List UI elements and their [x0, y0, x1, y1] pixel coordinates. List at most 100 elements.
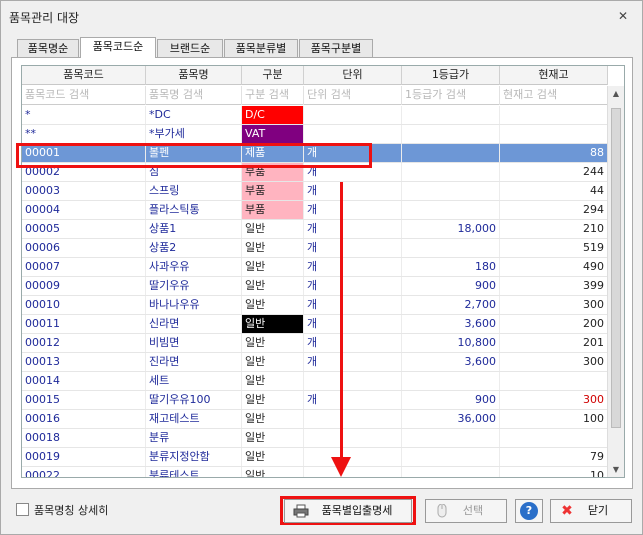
column-header-name[interactable]: 품목명: [146, 66, 242, 85]
cell-price1: [402, 467, 500, 477]
tab-item-type[interactable]: 품목구분별: [299, 39, 373, 58]
table-row[interactable]: 00003 스프링 부품 개 44: [22, 182, 608, 201]
scroll-up-icon[interactable]: ▲: [608, 86, 624, 102]
table-row[interactable]: 00004 플라스틱통 부품 개 294: [22, 201, 608, 220]
tab-brand[interactable]: 브랜드순: [157, 39, 223, 58]
cell-price1: [402, 182, 500, 200]
annotation-arrow-line: [340, 182, 343, 460]
cell-unit: [304, 372, 402, 390]
cell-unit: 개: [304, 277, 402, 295]
cell-stock: 244: [500, 163, 608, 181]
cell-unit: 개: [304, 296, 402, 314]
filter-stock-input[interactable]: 현재고 검색: [500, 86, 608, 105]
scroll-thumb[interactable]: [611, 108, 621, 428]
vertical-scrollbar[interactable]: ▲ ▼: [607, 86, 624, 477]
cell-unit: 개: [304, 258, 402, 276]
cell-type: 일반: [242, 239, 304, 257]
column-header-stock[interactable]: 현재고: [500, 66, 608, 85]
column-header-unit[interactable]: 단위: [304, 66, 402, 85]
filter-price1-input[interactable]: 1등급가 검색: [402, 86, 500, 105]
table-row[interactable]: ** *부가세 VAT: [22, 125, 608, 144]
cell-name: 세트: [146, 372, 242, 390]
tab-panel: 품목코드 품목명 구분 단위 1등급가 현재고 품목코드 검색 품목명 검색 구…: [11, 57, 633, 489]
cell-stock: 300: [500, 296, 608, 314]
cell-unit: 개: [304, 220, 402, 238]
cell-code: 00016: [22, 410, 146, 428]
cell-type: 일반: [242, 429, 304, 447]
cell-code: 00004: [22, 201, 146, 219]
cell-price1: 3,600: [402, 315, 500, 333]
tab-item-code[interactable]: 품목코드순: [80, 37, 156, 58]
cell-unit: [304, 125, 402, 143]
table-row[interactable]: 00019 분류지정안함 일반 79: [22, 448, 608, 467]
cell-unit: 개: [304, 315, 402, 333]
cell-price1: [402, 106, 500, 124]
grid-header: 품목코드 품목명 구분 단위 1등급가 현재고: [22, 66, 608, 85]
table-row[interactable]: 00007 사과우유 일반 개 180 490: [22, 258, 608, 277]
cell-name: 분류: [146, 429, 242, 447]
select-button[interactable]: 선택: [425, 499, 507, 523]
cell-unit: 개: [304, 201, 402, 219]
filter-unit-input[interactable]: 단위 검색: [304, 86, 402, 105]
table-row[interactable]: 00006 상품2 일반 개 519: [22, 239, 608, 258]
filter-name-input[interactable]: 품목명 검색: [146, 86, 242, 105]
table-row[interactable]: 00022 분류테스트 일반 10: [22, 467, 608, 477]
item-history-button[interactable]: 품목별입출명세: [284, 499, 412, 523]
tab-item-name[interactable]: 품목명순: [17, 39, 79, 58]
scroll-down-icon[interactable]: ▼: [608, 462, 624, 477]
detail-name-checkbox[interactable]: [16, 503, 29, 516]
cell-code: **: [22, 125, 146, 143]
help-icon: ?: [520, 502, 538, 520]
cell-price1: 2,700: [402, 296, 500, 314]
filter-code-input[interactable]: 품목코드 검색: [22, 86, 146, 105]
table-row[interactable]: 00009 딸기우유 일반 개 900 399: [22, 277, 608, 296]
cell-price1: 180: [402, 258, 500, 276]
item-history-label: 품목별입출명세: [321, 504, 393, 517]
table-row[interactable]: 00018 분류 일반: [22, 429, 608, 448]
close-icon: ✖: [561, 503, 573, 519]
table-row[interactable]: 00010 바나나우유 일반 개 2,700 300: [22, 296, 608, 315]
cell-type: 일반: [242, 391, 304, 409]
cell-type: 일반: [242, 334, 304, 352]
close-button[interactable]: ✖ 닫기: [550, 499, 632, 523]
cell-code: 00012: [22, 334, 146, 352]
cell-type: 일반: [242, 410, 304, 428]
cell-price1: [402, 125, 500, 143]
table-row[interactable]: 00014 세트 일반: [22, 372, 608, 391]
cell-name: 스프링: [146, 182, 242, 200]
cell-code: 00007: [22, 258, 146, 276]
filter-row: 품목코드 검색 품목명 검색 구분 검색 단위 검색 1등급가 검색 현재고 검…: [22, 86, 608, 105]
table-row[interactable]: 00015 딸기우유100 일반 개 900 300: [22, 391, 608, 410]
cell-name: 플라스틱통: [146, 201, 242, 219]
cell-stock: [500, 125, 608, 143]
cell-name: 상품2: [146, 239, 242, 257]
cell-unit: 개: [304, 182, 402, 200]
cell-type: VAT: [242, 125, 304, 143]
filter-type-input[interactable]: 구분 검색: [242, 86, 304, 105]
column-header-price1[interactable]: 1등급가: [402, 66, 500, 85]
cell-stock: [500, 106, 608, 124]
cell-name: *DC: [146, 106, 242, 124]
cell-type: 일반: [242, 448, 304, 466]
tab-item-category[interactable]: 품목분류별: [224, 39, 298, 58]
cell-price1: [402, 144, 500, 162]
column-header-type[interactable]: 구분: [242, 66, 304, 85]
table-row[interactable]: 00011 신라면 일반 개 3,600 200: [22, 315, 608, 334]
table-row[interactable]: 00005 상품1 일반 개 18,000 210: [22, 220, 608, 239]
table-row[interactable]: 00016 재고테스트 일반 36,000 100: [22, 410, 608, 429]
cell-price1: [402, 201, 500, 219]
cell-unit: 개: [304, 391, 402, 409]
close-label: 닫기: [587, 504, 609, 517]
table-row[interactable]: 00013 진라면 일반 개 3,600 300: [22, 353, 608, 372]
cell-type: 일반: [242, 220, 304, 238]
table-row[interactable]: * *DC D/C: [22, 106, 608, 125]
cell-name: 진라면: [146, 353, 242, 371]
help-button[interactable]: ?: [515, 499, 543, 523]
column-header-code[interactable]: 품목코드: [22, 66, 146, 85]
cell-price1: [402, 163, 500, 181]
close-icon[interactable]: ✕: [618, 9, 628, 23]
cell-stock: 300: [500, 391, 608, 409]
cell-code: 00022: [22, 467, 146, 477]
table-row[interactable]: 00012 비빔면 일반 개 10,800 201: [22, 334, 608, 353]
cell-unit: 개: [304, 353, 402, 371]
